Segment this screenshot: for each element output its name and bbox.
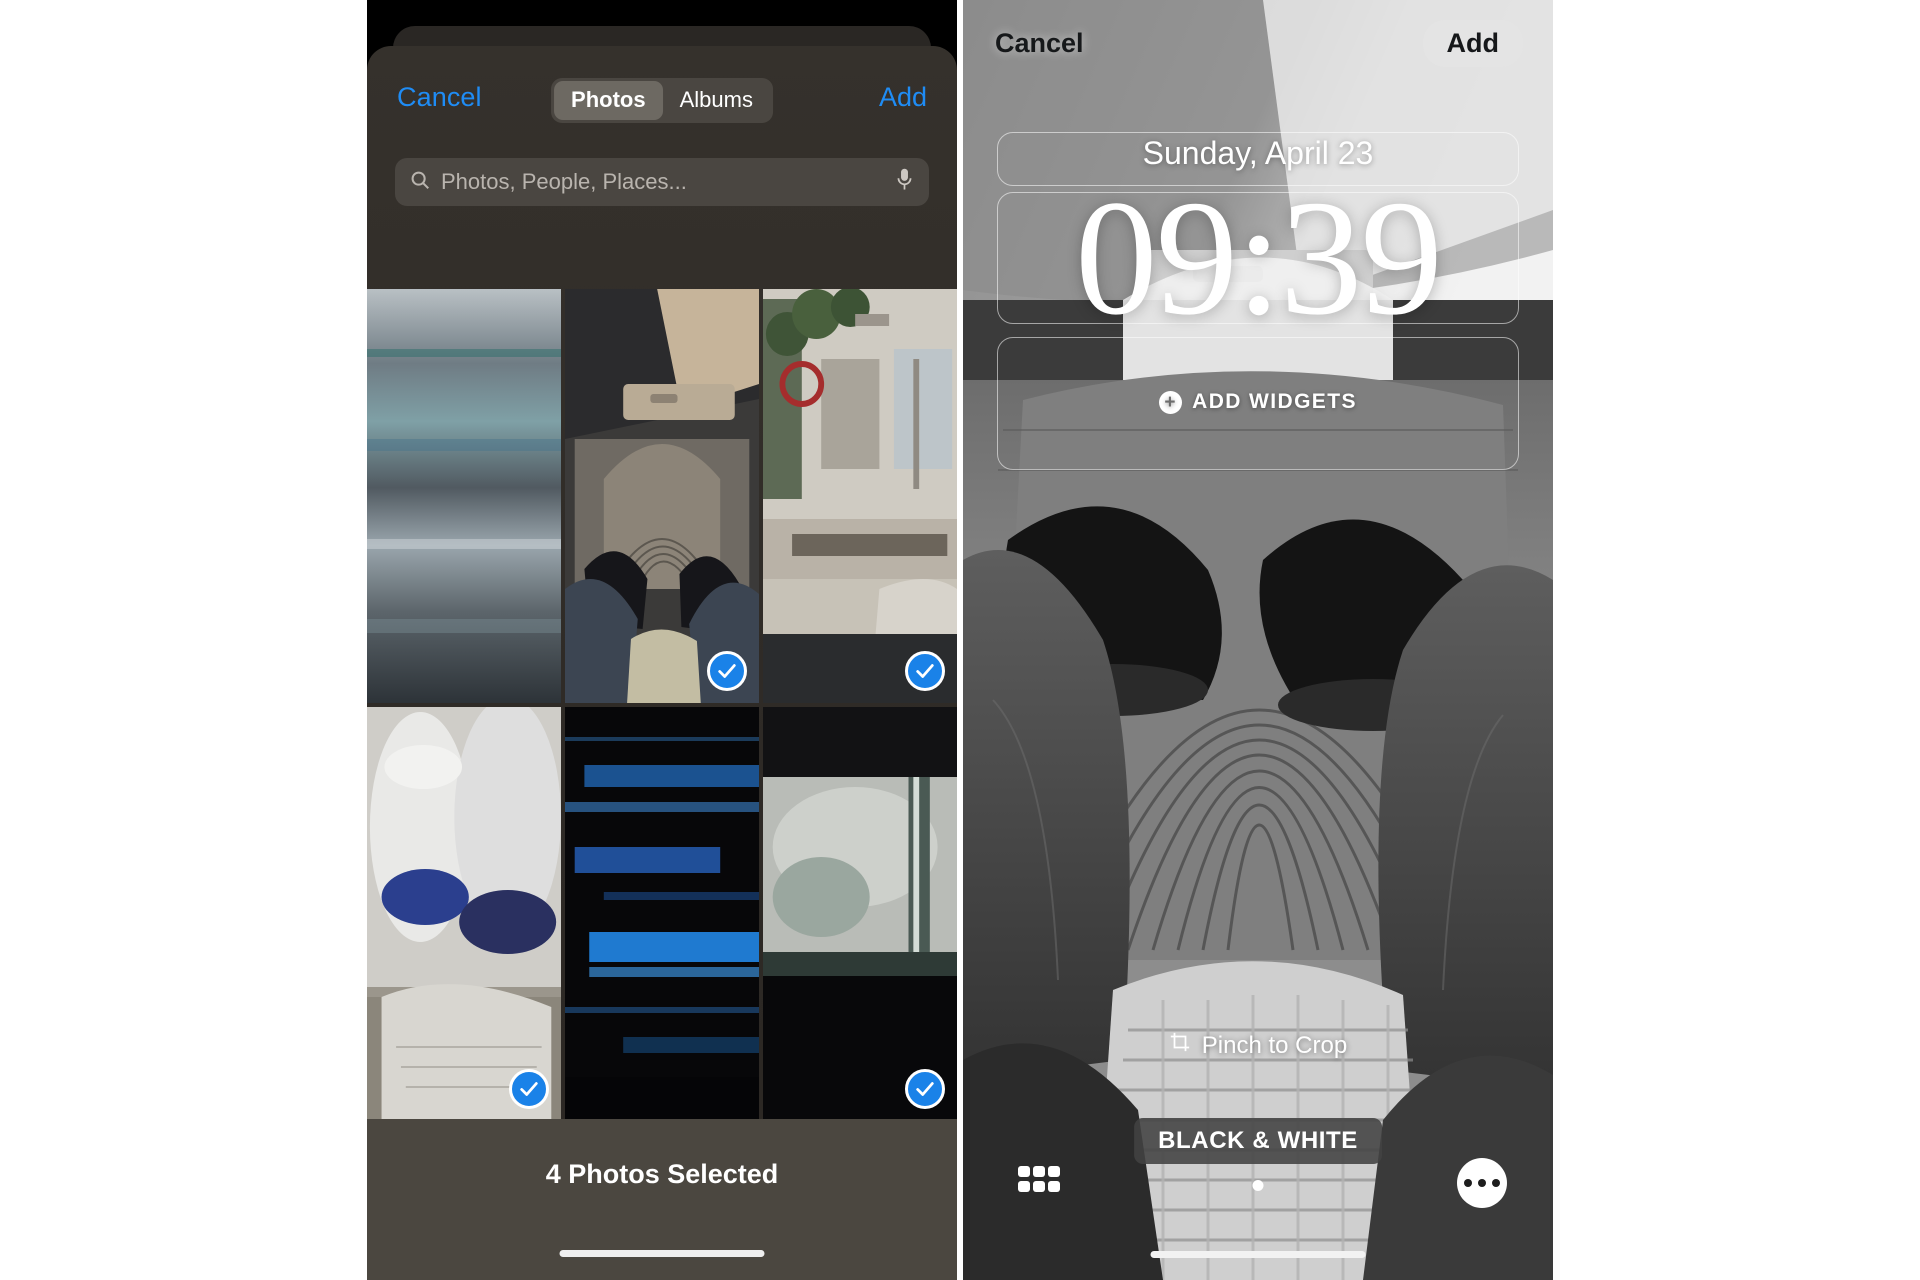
left-phone-screen: Cancel Photos Albums Add Photos, People,…: [367, 0, 957, 1280]
home-indicator[interactable]: [1150, 1251, 1366, 1258]
photo-cell[interactable]: [565, 289, 759, 703]
pinch-to-crop-hint: Pinch to Crop: [963, 1031, 1553, 1060]
lock-screen-time[interactable]: 09:39: [963, 175, 1553, 340]
microphone-icon[interactable]: [894, 167, 915, 198]
cancel-button[interactable]: Cancel: [995, 28, 1084, 59]
photo-selected-check[interactable]: [509, 1069, 549, 1109]
photo-cell[interactable]: [763, 289, 957, 703]
add-widgets-label: ADD WIDGETS: [1192, 390, 1357, 413]
page-indicator-dot[interactable]: [1252, 1180, 1264, 1191]
add-button[interactable]: Add: [879, 82, 927, 113]
photo-cell[interactable]: [367, 289, 561, 703]
search-icon: [409, 169, 431, 196]
photo-selected-check[interactable]: [905, 1069, 945, 1109]
photo-picker-sheet: Cancel Photos Albums Add Photos, People,…: [367, 46, 957, 1280]
photo-selected-check[interactable]: [707, 651, 747, 691]
search-placeholder-text: Photos, People, Places...: [441, 169, 687, 194]
ellipsis-dot: [1492, 1179, 1500, 1187]
right-phone-screen: Cancel Add Sunday, April 23 09:39 + ADD …: [963, 0, 1553, 1280]
ellipsis-icon[interactable]: [1457, 1158, 1507, 1208]
photos-albums-segmented-control[interactable]: Photos Albums: [551, 78, 773, 123]
grid-icon[interactable]: [1016, 1162, 1062, 1213]
selection-status-text: 4 Photos Selected: [545, 1159, 779, 1189]
crop-icon: [1169, 1031, 1191, 1060]
home-indicator[interactable]: [559, 1250, 765, 1257]
pinch-to-crop-label: Pinch to Crop: [1201, 1031, 1348, 1059]
search-input[interactable]: Photos, People, Places...: [395, 158, 929, 206]
add-widgets-button[interactable]: + ADD WIDGETS: [963, 390, 1553, 414]
tab-albums[interactable]: Albums: [663, 81, 770, 120]
selection-bottom-bar: 4 Photos Selected: [367, 1119, 957, 1280]
plus-circle-icon: +: [1159, 390, 1183, 414]
ellipsis-dot: [1478, 1179, 1486, 1187]
style-badge[interactable]: BLACK & WHITE: [1134, 1118, 1382, 1164]
tab-photos[interactable]: Photos: [554, 81, 663, 120]
cancel-button[interactable]: Cancel: [397, 82, 482, 113]
photo-cell[interactable]: [565, 707, 759, 1121]
screenshot-root: Cancel Photos Albums Add Photos, People,…: [0, 0, 1920, 1280]
editor-top-bar: Cancel Add: [963, 0, 1553, 90]
ellipsis-dot: [1464, 1179, 1472, 1187]
photo-selected-check[interactable]: [905, 651, 945, 691]
photo-cell[interactable]: [367, 707, 561, 1121]
add-button[interactable]: Add: [1422, 20, 1523, 67]
photo-cell[interactable]: [763, 707, 957, 1121]
sheet-header: Cancel Photos Albums Add: [367, 46, 957, 156]
